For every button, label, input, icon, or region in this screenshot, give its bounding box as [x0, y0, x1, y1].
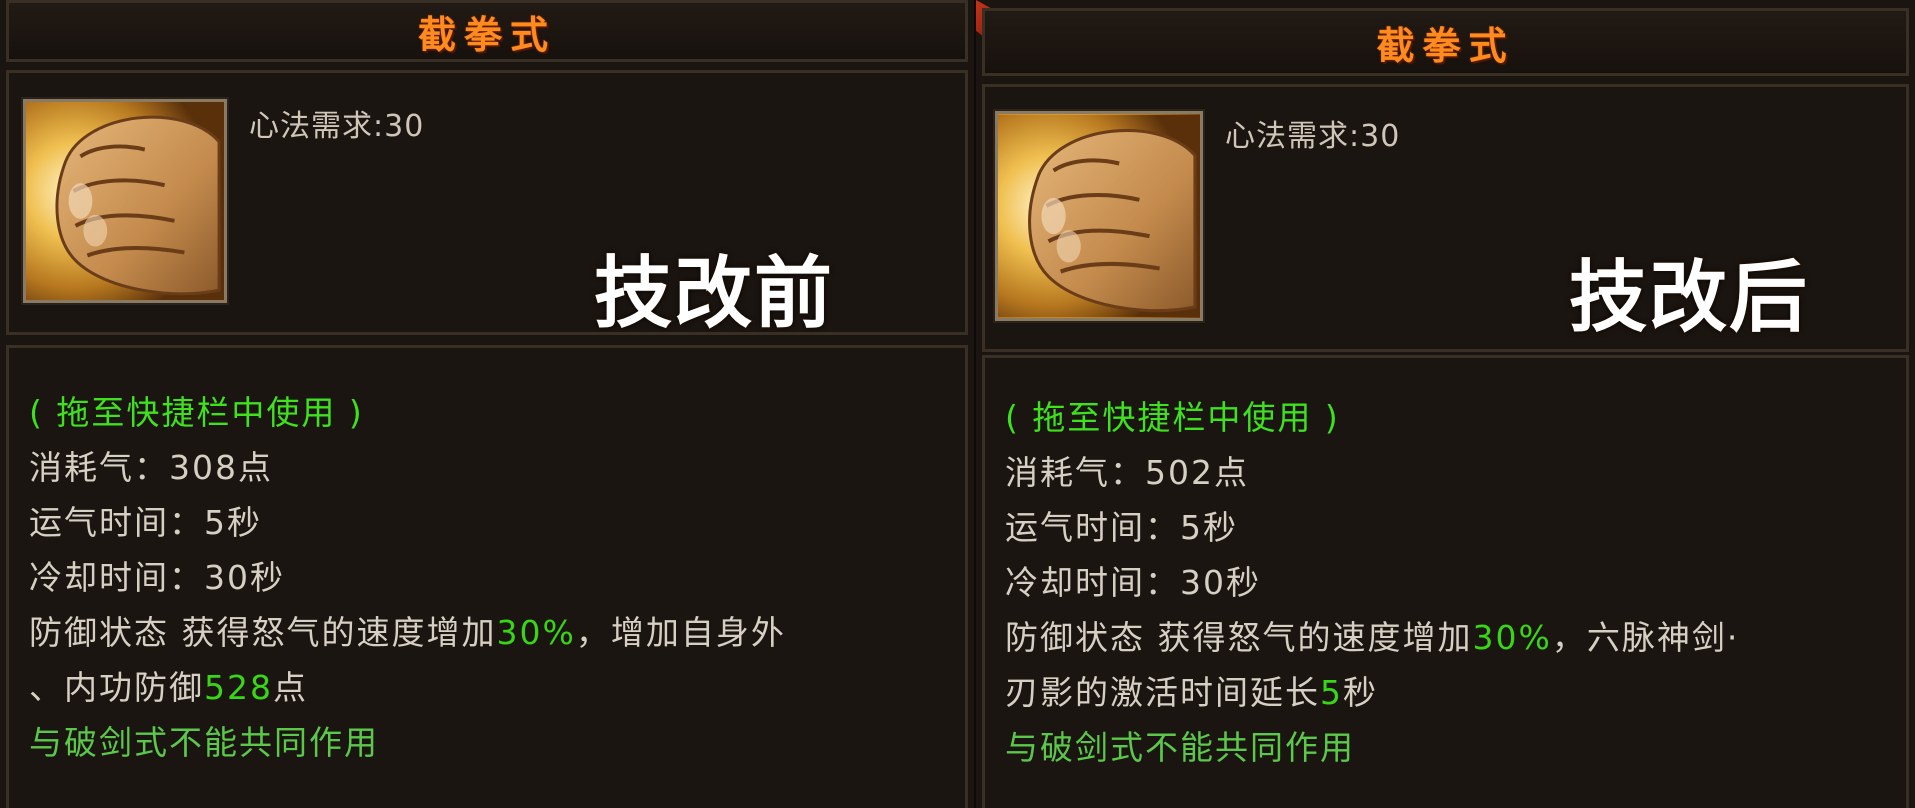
before-stamp: 技改前: [592, 248, 835, 341]
effect-value: 30%: [1472, 618, 1552, 657]
tooltip-title-bar: 截拳式: [6, 0, 968, 62]
fist-icon: [993, 109, 1205, 323]
effect-line-2: 、内功防御528点: [29, 661, 308, 709]
requirement-text: 心法需求:30: [1225, 119, 1401, 154]
effect-suffix: ，增加自身外: [575, 613, 786, 652]
tooltip-title-bar: 截拳式: [982, 8, 1909, 76]
skill-title: 截拳式: [417, 11, 556, 57]
skill-header: 心法需求:30 技改前: [6, 70, 968, 341]
skill-details: ( 拖至快捷栏中使用 ) 消耗气：308点 运气时间：5秒 冷却时间：30秒 防…: [6, 345, 968, 808]
fist-icon: [21, 97, 229, 305]
skill-title: 截拳式: [1376, 22, 1515, 68]
skill-header: 心法需求:30 技改后: [982, 84, 1909, 352]
cost-line: 消耗气：502点: [1005, 453, 1249, 492]
effect-prefix: 防御状态 获得怒气的速度增加: [29, 613, 497, 652]
exclusive-note: 与破剑式不能共同作用: [1005, 728, 1355, 767]
requirement-text: 心法需求:30: [249, 109, 425, 144]
effect-suffix: ，六脉神剑·: [1551, 618, 1740, 657]
usage-hint: ( 拖至快捷栏中使用 ): [1005, 398, 1340, 437]
skill-details: ( 拖至快捷栏中使用 ) 消耗气：502点 运气时间：5秒 冷却时间：30秒 防…: [982, 355, 1909, 808]
effect2-suffix: 秒: [1343, 673, 1378, 712]
skill-tooltip-before: 截拳式 心法需求:30 技改前 (拖至快捷栏中使用) 消耗气：308点 运气…: [0, 0, 976, 808]
effect-line: 防御状态 获得怒气的速度增加30%，六脉神剑·: [1005, 611, 1739, 659]
after-stamp: 技改后: [1567, 252, 1810, 345]
cooldown-line: 冷却时间：30秒: [1005, 563, 1261, 602]
effect-prefix: 防御状态 获得怒气的速度增加: [1005, 618, 1473, 657]
usage-hint: ( 拖至快捷栏中使用 ): [29, 393, 364, 432]
skill-tooltip-after: 截拳式 心法需求:30 技改后 (拖至快捷栏中使用) 消耗气：502点 运气…: [976, 0, 1915, 808]
effect2-value: 528: [204, 668, 273, 707]
effect2-prefix: 、内功防御: [29, 668, 204, 707]
effect-line-2: 刃影的激活时间延长5秒: [1005, 666, 1378, 714]
cast-time-line: 运气时间：5秒: [29, 503, 262, 542]
effect-line: 防御状态 获得怒气的速度增加30%，增加自身外: [29, 606, 786, 654]
effect-value: 30%: [496, 613, 576, 652]
comparison-stage: 截拳式 心法需求:30 技改前 (拖至快捷栏中使用) 消耗气：308点 运气…: [0, 0, 1915, 808]
effect2-prefix: 刃影的激活时间延长: [1005, 673, 1320, 712]
effect2-value: 5: [1320, 673, 1343, 712]
cast-time-line: 运气时间：5秒: [1005, 508, 1238, 547]
effect2-suffix: 点: [273, 668, 308, 707]
cost-line: 消耗气：308点: [29, 448, 273, 487]
exclusive-note: 与破剑式不能共同作用: [29, 723, 379, 762]
cooldown-line: 冷却时间：30秒: [29, 558, 285, 597]
